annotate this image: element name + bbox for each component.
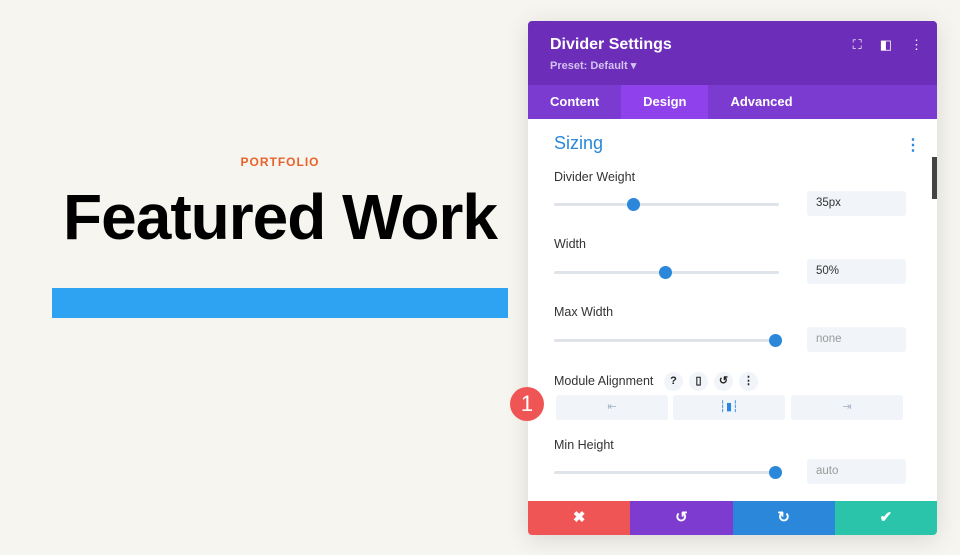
slider-thumb[interactable] (626, 198, 640, 211)
mobile-icon[interactable]: ▯ (689, 372, 708, 391)
sidebar-icon[interactable]: ◧ (880, 37, 892, 53)
min-height-slider[interactable] (554, 466, 782, 479)
preset-dropdown[interactable]: Preset: Default ▾ (550, 59, 636, 72)
width-input[interactable]: 50% (807, 259, 906, 284)
slider-thumb[interactable] (768, 466, 782, 479)
min-height-input[interactable]: auto (807, 459, 906, 484)
slider-thumb[interactable] (659, 266, 673, 279)
save-button[interactable]: ✔ (834, 501, 937, 535)
panel-header: Divider Settings Preset: Default ▾ ⛶ ◧ ⋮ (528, 21, 937, 85)
field-label: Divider Weight (554, 170, 636, 184)
reset-icon[interactable]: ↺ (714, 372, 733, 391)
align-left-button[interactable]: ⇤ (556, 395, 668, 420)
help-icon[interactable]: ? (664, 372, 683, 391)
divider-bar (52, 288, 508, 318)
undo-button[interactable]: ↺ (630, 501, 733, 535)
tab-content[interactable]: Content (528, 85, 621, 119)
section-title[interactable]: Sizing (554, 133, 603, 154)
panel-body: Sizing ⋮ Divider Weight 35px Width 50% M… (528, 119, 937, 501)
tab-advanced[interactable]: Advanced (708, 85, 814, 119)
divider-weight-input[interactable]: 35px (807, 191, 906, 216)
field-label: Min Height (554, 438, 614, 452)
divider-weight-slider[interactable] (554, 198, 779, 211)
field-label: Max Width (554, 305, 614, 319)
module-alignment-label: Module Alignment (554, 374, 654, 388)
section-more-icon[interactable]: ⋮ (905, 135, 921, 155)
redo-button[interactable]: ↻ (732, 501, 835, 535)
field-label: Width (554, 237, 586, 251)
scrollbar[interactable] (932, 157, 937, 199)
tab-bar: Content Design Advanced (528, 85, 937, 119)
max-width-input[interactable]: none (807, 327, 906, 352)
panel-title: Divider Settings (550, 36, 672, 53)
slider-thumb[interactable] (768, 334, 782, 347)
width-slider[interactable] (554, 266, 779, 279)
more-icon[interactable]: ⋮ (739, 372, 758, 391)
align-right-button[interactable]: ⇥ (791, 395, 903, 420)
divider-settings-panel: Divider Settings Preset: Default ▾ ⛶ ◧ ⋮… (528, 21, 937, 535)
max-width-slider[interactable] (554, 334, 782, 347)
tab-design[interactable]: Design (621, 85, 709, 119)
more-icon[interactable]: ⋮ (910, 37, 923, 53)
expand-icon[interactable]: ⛶ (853, 37, 862, 53)
portfolio-eyebrow: PORTFOLIO (240, 155, 320, 169)
page-heading: Featured Work (63, 181, 498, 253)
panel-footer: ✖ ↺ ↻ ✔ (528, 501, 937, 535)
align-center-button[interactable]: ┆▮┆ (673, 395, 785, 420)
step-badge: 1 (510, 387, 544, 421)
cancel-button[interactable]: ✖ (528, 501, 631, 535)
